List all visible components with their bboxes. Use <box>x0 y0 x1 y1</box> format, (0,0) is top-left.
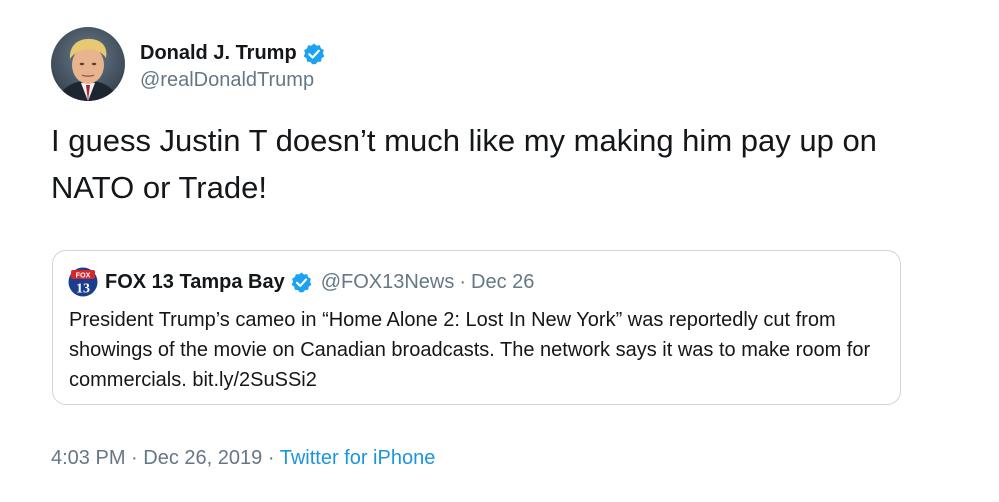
tweet-card: Donald J. Trump @realDonaldTrump I guess… <box>0 0 999 502</box>
separator-dot: · <box>131 447 138 469</box>
verified-badge-icon <box>302 42 326 66</box>
quoted-tweet[interactable]: FOX 13 FOX 13 Tampa Bay @FOX13News · Dec… <box>52 250 901 405</box>
display-name[interactable]: Donald J. Trump <box>140 42 297 65</box>
tweet-date[interactable]: Dec 26, 2019 <box>143 447 262 469</box>
tweet-author: Donald J. Trump @realDonaldTrump <box>51 27 326 101</box>
quoted-handle[interactable]: @FOX13News <box>321 271 455 294</box>
svg-text:13: 13 <box>76 282 90 297</box>
display-name-row: Donald J. Trump <box>140 37 326 71</box>
tweet-meta: 4:03 PM · Dec 26, 2019 · Twitter for iPh… <box>51 447 435 470</box>
verified-badge-icon <box>290 271 313 294</box>
quoted-date[interactable]: Dec 26 <box>471 271 534 294</box>
tweet-source-link[interactable]: Twitter for iPhone <box>280 447 436 469</box>
fox13-logo-icon: FOX 13 <box>68 267 98 297</box>
svg-text:FOX: FOX <box>76 270 91 279</box>
quoted-display-name[interactable]: FOX 13 Tampa Bay <box>105 271 285 294</box>
quoted-tweet-text: President Trump’s cameo in “Home Alone 2… <box>69 309 871 391</box>
tweet-time[interactable]: 4:03 PM <box>51 447 125 469</box>
quoted-tweet-header: FOX 13 FOX 13 Tampa Bay @FOX13News · Dec… <box>68 267 534 297</box>
author-names: Donald J. Trump @realDonaldTrump <box>140 37 326 92</box>
avatar-image <box>51 27 125 101</box>
avatar[interactable] <box>51 27 125 101</box>
separator-dot: · <box>459 270 467 293</box>
author-handle[interactable]: @realDonaldTrump <box>140 69 326 92</box>
separator-dot: · <box>267 447 275 469</box>
tweet-text: I guess Justin T doesn’t much like my ma… <box>51 123 877 205</box>
